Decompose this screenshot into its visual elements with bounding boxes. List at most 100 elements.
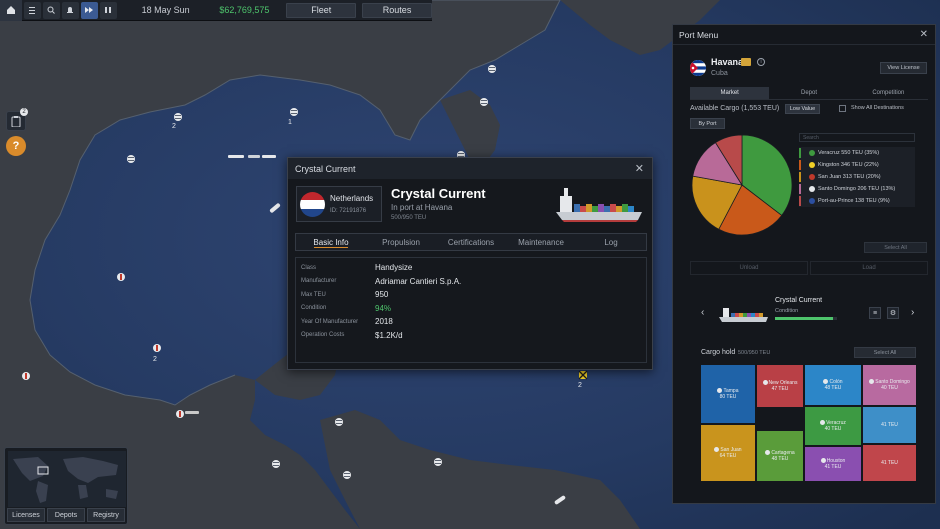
fast-forward-icon <box>85 7 94 13</box>
close-icon[interactable]: ✕ <box>920 29 928 40</box>
port-marker-flag[interactable] <box>21 371 31 381</box>
port-count-label: 2 <box>578 382 582 389</box>
select-all-hold-button[interactable]: Select All <box>854 347 916 358</box>
destination-search-input[interactable]: Search <box>799 133 915 142</box>
port-marker-flag[interactable] <box>116 272 126 282</box>
info-icon[interactable]: i <box>757 58 765 66</box>
help-button[interactable]: ? <box>6 136 26 156</box>
minimap-view[interactable] <box>8 451 126 507</box>
cargo-tile-teu: 64 TEU <box>719 453 737 459</box>
port-marker[interactable] <box>173 112 183 122</box>
flag-icon <box>823 378 829 384</box>
legend-row-port-au-prince[interactable]: Port-au-Prince 138 TEU (9%) <box>799 195 915 207</box>
minimap[interactable]: Licenses Depots Registry <box>4 447 128 525</box>
money-balance: $62,769,575 <box>219 5 270 15</box>
tab-depot[interactable]: Depot <box>769 87 848 99</box>
show-all-checkbox[interactable] <box>839 105 846 112</box>
gear-icon: ⚙ <box>889 310 897 317</box>
show-all-label: Show All Destinations <box>851 105 904 111</box>
ship-icon[interactable] <box>228 153 276 161</box>
close-icon[interactable]: ✕ <box>635 162 644 175</box>
cargo-pie-chart[interactable] <box>690 133 794 237</box>
tab-competition[interactable]: Competition <box>849 87 928 99</box>
tab-market[interactable]: Market <box>690 87 770 99</box>
legend-row-veracruz[interactable]: Veracruz 550 TEU (35%) <box>799 147 915 159</box>
settings-button[interactable]: ⚙ <box>887 307 899 319</box>
prev-ship-button[interactable]: ‹ <box>701 307 704 318</box>
port-marker[interactable] <box>342 470 352 480</box>
cargo-tile[interactable]: Veracruz 40 TEU <box>805 407 861 445</box>
pause-button[interactable] <box>99 1 117 19</box>
cargo-tile[interactable]: Houston 41 TEU <box>805 447 861 481</box>
by-port-button[interactable]: By Port <box>690 118 725 129</box>
tab-certifications[interactable]: Certifications <box>436 234 506 250</box>
load-button[interactable]: Load <box>810 261 928 275</box>
legend-label: Port-au-Prince 138 TEU (9%) <box>818 197 890 204</box>
cargo-tile[interactable]: New Orleans 47 TEU <box>757 365 803 407</box>
tab-propulsion[interactable]: Propulsion <box>366 234 436 250</box>
tab-basic-info[interactable]: Basic Info <box>296 234 366 250</box>
tab-log[interactable]: Log <box>576 234 646 250</box>
cargo-tile[interactable]: San Juan 64 TEU <box>701 425 755 481</box>
flag-icon <box>765 449 771 455</box>
ship-dialog-header: Crystal Current ✕ <box>288 158 652 179</box>
list-button[interactable]: ≡ <box>869 307 881 319</box>
legend-row-santo-domingo[interactable]: Santo Domingo 206 TEU (13%) <box>799 183 915 195</box>
notifications-button[interactable] <box>61 1 79 19</box>
cuba-flag-icon <box>690 60 706 76</box>
ship-icon[interactable] <box>267 200 283 216</box>
cargo-tile-teu: 48 TEU <box>824 385 842 391</box>
notes-badge: 2 <box>20 108 28 116</box>
port-marker[interactable] <box>126 154 136 164</box>
condition-label: Condition <box>775 308 799 314</box>
cargo-tile[interactable]: 41 TEU <box>863 445 916 481</box>
info-row-manufacturer: Manufacturer Adriamar Cantieri S.p.A. <box>301 275 646 289</box>
port-marker[interactable] <box>271 459 281 469</box>
port-marker-flag[interactable] <box>175 409 185 419</box>
port-marker[interactable] <box>334 417 344 427</box>
cargo-tile[interactable]: Cartagena 48 TEU <box>757 431 803 481</box>
info-label: Manufacturer <box>301 278 337 285</box>
netherlands-flag-icon <box>300 192 325 217</box>
port-marker[interactable] <box>487 64 497 74</box>
legend-row-san-juan[interactable]: San Juan 313 TEU (20%) <box>799 171 915 183</box>
cargo-tile[interactable]: Colón 48 TEU <box>805 365 861 405</box>
cargo-tile[interactable]: 41 TEU <box>863 407 916 443</box>
port-marker-flag[interactable] <box>152 343 162 353</box>
search-button[interactable] <box>42 1 60 19</box>
port-marker[interactable] <box>289 107 299 117</box>
port-marker[interactable] <box>479 97 489 107</box>
dominican-flag-icon <box>809 185 815 192</box>
minimap-buttons: Licenses Depots Registry <box>7 508 125 522</box>
home-button[interactable] <box>0 0 22 21</box>
depots-button[interactable]: Depots <box>47 508 85 522</box>
port-marker[interactable] <box>433 457 443 467</box>
select-all-button[interactable]: Select All <box>864 242 927 253</box>
flag-icon <box>869 378 875 384</box>
ship-icon[interactable] <box>552 492 568 508</box>
clipboard-icon <box>11 116 21 127</box>
tab-maintenance[interactable]: Maintenance <box>506 234 576 250</box>
ship-status: In port at Havana <box>391 203 453 212</box>
bell-icon <box>67 7 74 13</box>
ship-tabs: Basic Info Propulsion Certifications Mai… <box>295 233 647 251</box>
list-icon: ≡ <box>872 309 878 317</box>
legend-row-kingston[interactable]: Kingston 346 TEU (22%) <box>799 159 915 171</box>
port-marker-jamaica[interactable] <box>578 370 588 380</box>
fleet-button[interactable]: Fleet <box>286 2 357 18</box>
low-value-button[interactable]: Low Value <box>785 104 820 114</box>
mexico-flag-icon <box>809 149 815 156</box>
routes-button[interactable]: Routes <box>362 2 432 18</box>
view-license-button[interactable]: View License <box>880 62 927 74</box>
next-ship-button[interactable]: › <box>911 307 914 318</box>
pause-icon <box>105 7 112 13</box>
cargo-tile-teu: 48 TEU <box>771 456 789 462</box>
cargo-tile[interactable]: Tampa 80 TEU <box>701 365 755 423</box>
ship-icon[interactable] <box>185 410 199 416</box>
menu-button[interactable] <box>23 1 41 19</box>
speed-button[interactable] <box>80 1 98 19</box>
licenses-button[interactable]: Licenses <box>7 508 45 522</box>
unload-button[interactable]: Unload <box>690 261 808 275</box>
cargo-tile[interactable]: Santo Domingo 40 TEU <box>863 365 916 405</box>
registry-button[interactable]: Registry <box>87 508 125 522</box>
